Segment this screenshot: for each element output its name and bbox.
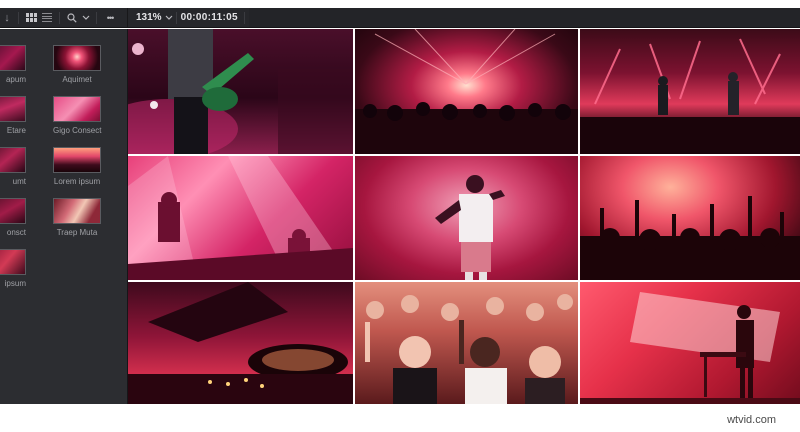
clip-thumbnail[interactable]	[0, 198, 26, 224]
clip-label: onsct	[6, 228, 26, 237]
media-pool-toolbar: ↓ •••	[0, 8, 128, 27]
crowd-hands-image	[580, 196, 800, 280]
toolbar-divider	[18, 11, 19, 24]
clip-thumbnail[interactable]	[0, 249, 26, 275]
clip-item[interactable]: ipsum	[0, 249, 26, 288]
crowd-hands-up-tile[interactable]	[580, 156, 800, 280]
clip-label: Lorem ipsum	[53, 177, 101, 186]
media-pool: apum Etare umt onsct ipsum Aquimet Gigo …	[0, 29, 128, 404]
dj-mixer-closeup-tile[interactable]	[128, 282, 353, 404]
clip-label: Gigo Consect	[53, 126, 102, 135]
watermark: wtvid.com	[727, 414, 776, 426]
toolbar-divider	[175, 11, 177, 24]
clip-label: ipsum	[4, 279, 26, 288]
cheering-crowd-tile[interactable]	[355, 282, 578, 404]
dj-stage-image	[128, 156, 353, 280]
clip-item[interactable]: apum	[0, 45, 26, 84]
zoom-chevron-icon[interactable]	[162, 8, 176, 28]
clip-item[interactable]: Etare	[0, 96, 26, 135]
list-view-icon[interactable]	[39, 8, 55, 28]
clip-item[interactable]: onsct	[0, 198, 26, 237]
toolbar: ↓ ••• 131% 00:00:11:05	[0, 8, 800, 28]
clip-item[interactable]: Gigo Consect	[53, 96, 101, 135]
viewer-toolbar-fill	[248, 8, 800, 27]
grid-view-icon[interactable]	[23, 8, 39, 28]
viewer-grid	[128, 29, 800, 404]
red-performer-image	[580, 292, 800, 404]
stage-lights-crowd-tile[interactable]	[355, 29, 578, 154]
editor-window: ↓ ••• 131% 00:00:11:05 apum Etare umt on…	[0, 0, 800, 432]
clip-thumbnail[interactable]	[53, 96, 101, 122]
clip-label: Aquimet	[62, 75, 92, 84]
clip-label: Traep Muta	[56, 228, 98, 237]
clip-thumbnail[interactable]	[53, 147, 101, 173]
more-options-icon[interactable]: •••	[101, 8, 119, 28]
clip-item[interactable]: Aquimet	[53, 45, 101, 84]
toolbar-divider	[96, 11, 97, 24]
stage-lights-image	[355, 29, 578, 154]
import-arrow-icon[interactable]: ↓	[0, 8, 14, 28]
clip-column-partial: apum Etare umt onsct ipsum	[0, 29, 30, 404]
clip-item[interactable]: Lorem ipsum	[53, 147, 101, 186]
dj-stage-light-tile[interactable]	[128, 156, 353, 280]
band-on-stage-tile[interactable]	[580, 29, 800, 154]
timecode: 00:00:11:05	[180, 12, 238, 23]
mixer-image	[128, 282, 353, 404]
clip-label: Etare	[6, 126, 26, 135]
clip-thumbnail[interactable]	[53, 198, 101, 224]
clip-label: apum	[5, 75, 26, 84]
clip-thumbnail[interactable]	[53, 45, 101, 71]
clip-thumbnail[interactable]	[0, 147, 26, 173]
singer-smoke-tile[interactable]	[355, 156, 578, 280]
clip-item[interactable]: Traep Muta	[53, 198, 101, 237]
toolbar-divider	[243, 11, 245, 24]
cheering-crowd-image	[365, 294, 573, 404]
clip-thumbnail[interactable]	[0, 45, 26, 71]
clip-thumbnail[interactable]	[0, 96, 26, 122]
guitarist-tile[interactable]	[128, 29, 353, 154]
zoom-level[interactable]: 131%	[136, 12, 162, 23]
clip-label: umt	[12, 177, 26, 186]
search-icon[interactable]	[64, 8, 80, 28]
performer-red-light-tile[interactable]	[580, 282, 800, 404]
guitarist-image	[128, 29, 353, 154]
band-stage-image	[580, 38, 800, 154]
search-options-chevron-icon[interactable]	[80, 8, 92, 28]
toolbar-divider	[59, 11, 60, 24]
singer-image	[435, 175, 505, 280]
clip-item[interactable]: umt	[0, 147, 26, 186]
